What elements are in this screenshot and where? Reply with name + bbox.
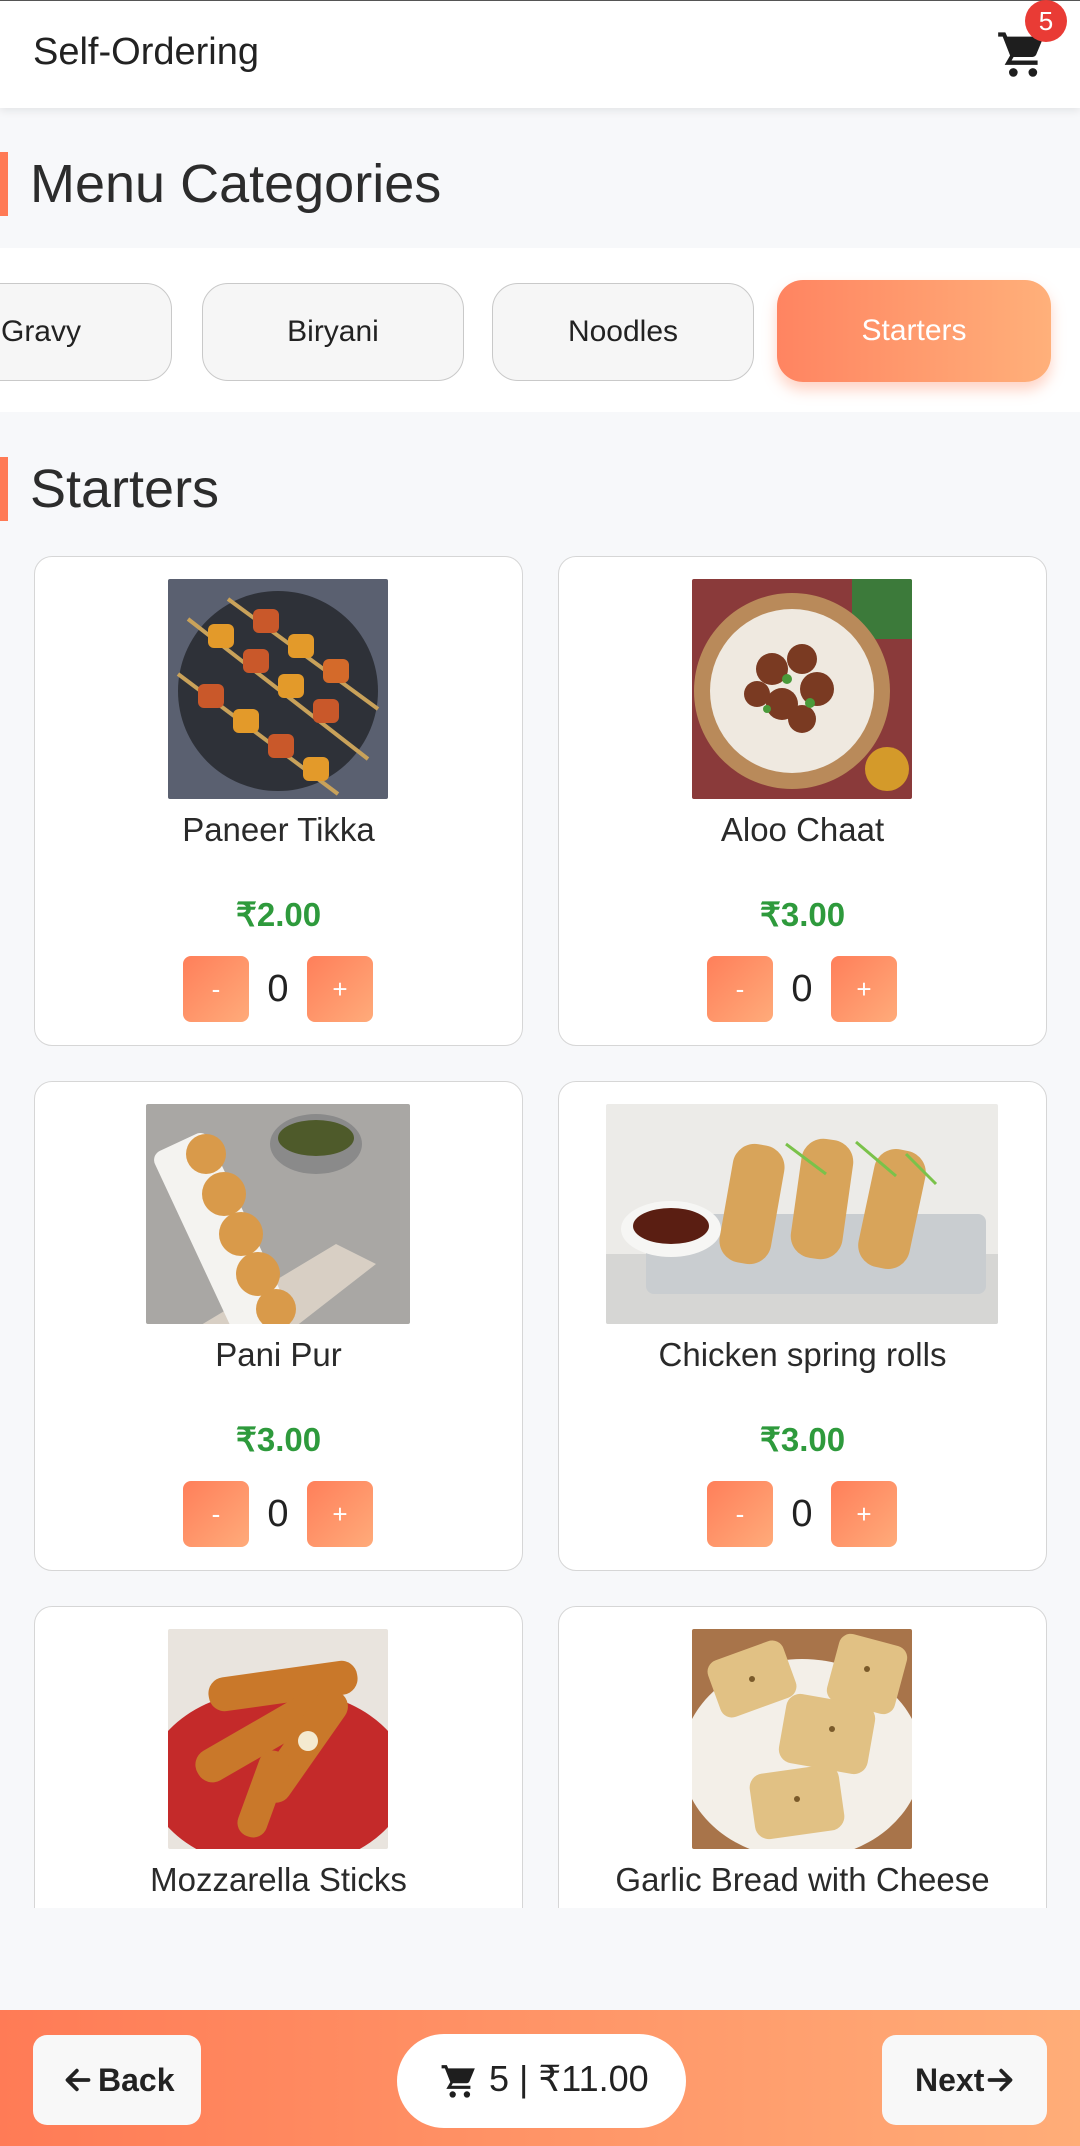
- menu-categories-header: Menu Categories: [0, 138, 1080, 230]
- arrow-right-icon: [987, 2068, 1013, 2092]
- paneer-tikka-image: [168, 579, 388, 799]
- item-quantity: 0: [791, 1493, 813, 1535]
- item-name: Garlic Bread with Cheese: [615, 1861, 990, 1898]
- cart-summary-button[interactable]: 5 | ₹11.00: [397, 2034, 686, 2128]
- heading-accent-bar: [0, 457, 8, 521]
- item-name: Paneer Tikka: [182, 811, 375, 848]
- item-quantity: 0: [267, 968, 289, 1010]
- cart-icon: [441, 2065, 475, 2098]
- next-label: Next: [915, 2062, 985, 2098]
- item-price: ₹3.00: [759, 1421, 846, 1458]
- menu-categories-title: Menu Categories: [30, 154, 442, 214]
- item-name: Aloo Chaat: [720, 811, 885, 848]
- menu-items-grid[interactable]: Paneer Tikka ₹2.00 - 0 + Aloo Chaat ₹3.0…: [0, 548, 1080, 1908]
- increase-quantity-button[interactable]: +: [307, 956, 373, 1022]
- category-biryani[interactable]: Biryani: [202, 283, 464, 381]
- cart-count-badge: 5: [1025, 0, 1067, 42]
- chicken-spring-rolls-image: [606, 1104, 998, 1324]
- item-price: ₹2.00: [235, 896, 322, 933]
- cart-summary-text: 5 | ₹11.00: [489, 2058, 649, 2099]
- increase-quantity-button[interactable]: +: [831, 956, 897, 1022]
- item-quantity: 0: [791, 968, 813, 1010]
- back-label: Back: [98, 2062, 175, 2098]
- item-name: Chicken spring rolls: [658, 1336, 947, 1373]
- back-button[interactable]: Back: [33, 2035, 201, 2125]
- category-starters[interactable]: Starters: [777, 280, 1051, 382]
- aloo-chaat-image: [692, 579, 912, 799]
- item-name: Pani Pur: [215, 1336, 342, 1373]
- menu-item-card: Pani Pur ₹3.00 - 0 +: [34, 1081, 523, 1571]
- next-button[interactable]: Next: [882, 2035, 1047, 2125]
- menu-item-card: Paneer Tikka ₹2.00 - 0 +: [34, 556, 523, 1046]
- menu-item-card: Garlic Bread with Cheese: [558, 1606, 1047, 1908]
- menu-item-card: Aloo Chaat ₹3.00 - 0 +: [558, 556, 1047, 1046]
- increase-quantity-button[interactable]: +: [307, 1481, 373, 1547]
- item-price: ₹3.00: [235, 1421, 322, 1458]
- increase-quantity-button[interactable]: +: [831, 1481, 897, 1547]
- item-price: ₹3.00: [759, 896, 846, 933]
- item-quantity: 0: [267, 1493, 289, 1535]
- heading-accent-bar: [0, 152, 8, 216]
- menu-item-card: Chicken spring rolls ₹3.00 - 0 +: [558, 1081, 1047, 1571]
- decrease-quantity-button[interactable]: -: [707, 1481, 773, 1547]
- category-scroller[interactable]: Gravy Biryani Noodles Starters: [0, 248, 1080, 412]
- arrow-left-icon: [65, 2068, 91, 2092]
- category-gravy[interactable]: Gravy: [0, 283, 172, 381]
- decrease-quantity-button[interactable]: -: [183, 956, 249, 1022]
- bottom-action-bar: Back 5 | ₹11.00 Next: [0, 2010, 1080, 2146]
- top-app-bar: Self-Ordering: [0, 0, 1080, 108]
- decrease-quantity-button[interactable]: -: [707, 956, 773, 1022]
- starters-header: Starters: [0, 443, 1080, 535]
- menu-item-card: Mozzarella Sticks: [34, 1606, 523, 1908]
- decrease-quantity-button[interactable]: -: [183, 1481, 249, 1547]
- category-noodles[interactable]: Noodles: [492, 283, 754, 381]
- garlic-bread-image: [692, 1629, 912, 1849]
- mozzarella-sticks-image: [168, 1629, 388, 1849]
- section-title: Starters: [30, 459, 220, 519]
- app-title: Self-Ordering: [33, 31, 259, 73]
- item-name: Mozzarella Sticks: [150, 1861, 407, 1898]
- pani-puri-image: [146, 1104, 410, 1324]
